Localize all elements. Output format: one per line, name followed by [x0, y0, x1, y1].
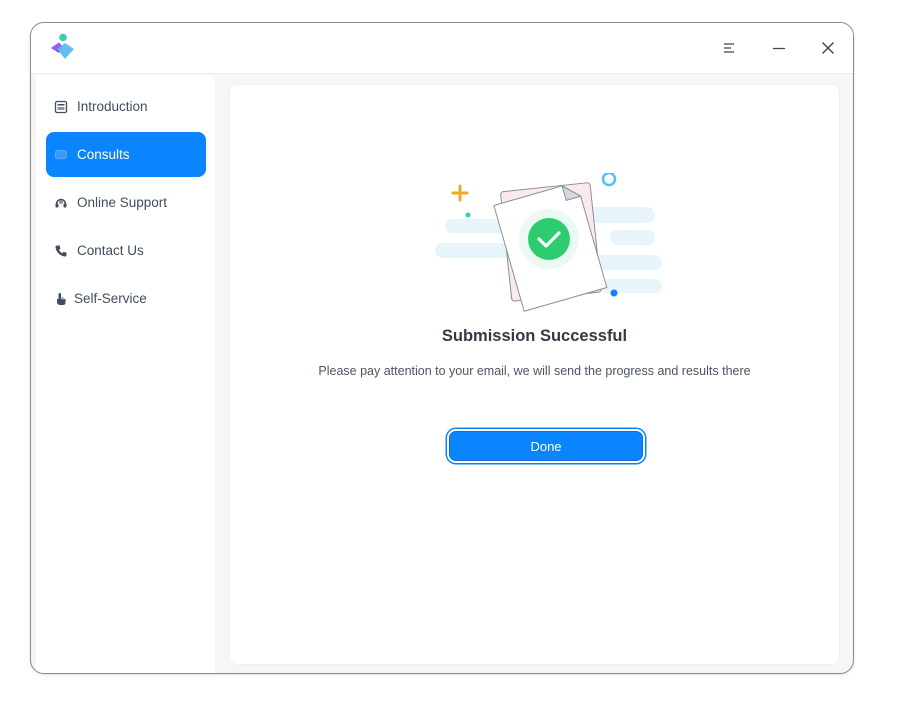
hand-pointer-icon: [53, 291, 69, 307]
sidebar-item-consults[interactable]: Consults: [46, 132, 206, 177]
document-icon: [53, 99, 69, 115]
sidebar-item-label: Contact Us: [77, 243, 144, 258]
menu-icon: [724, 43, 734, 53]
success-checkmark-icon: [435, 173, 662, 312]
main-panel: Submission Successful Please pay attenti…: [229, 84, 840, 665]
sidebar-item-label: Consults: [77, 147, 130, 162]
chat-icon: [53, 147, 69, 163]
sidebar-item-label: Online Support: [77, 195, 168, 210]
sidebar-item-online-support[interactable]: Online Support: [46, 180, 206, 225]
app-window: Introduction Consults Online Support Con…: [30, 22, 854, 674]
close-button[interactable]: [816, 36, 840, 60]
minimize-icon: [773, 47, 785, 50]
page-title: Submission Successful: [441, 327, 628, 345]
menu-button[interactable]: [717, 36, 741, 60]
sidebar-item-contact-us[interactable]: Contact Us: [46, 228, 206, 273]
close-icon: [822, 42, 834, 54]
sidebar: Introduction Consults Online Support Con…: [36, 75, 215, 673]
status-message: Please pay attention to your email, we w…: [318, 364, 751, 378]
done-button[interactable]: Done: [449, 431, 643, 461]
sidebar-item-self-service[interactable]: Self-Service: [46, 276, 206, 321]
title-bar: [31, 23, 853, 74]
sidebar-item-label: Introduction: [77, 99, 148, 114]
sidebar-item-introduction[interactable]: Introduction: [46, 84, 206, 129]
app-logo: [51, 33, 74, 59]
minimize-button[interactable]: [767, 36, 791, 60]
headset-icon: [53, 195, 69, 211]
sidebar-item-label: Self-Service: [74, 291, 147, 306]
phone-icon: [53, 243, 69, 259]
